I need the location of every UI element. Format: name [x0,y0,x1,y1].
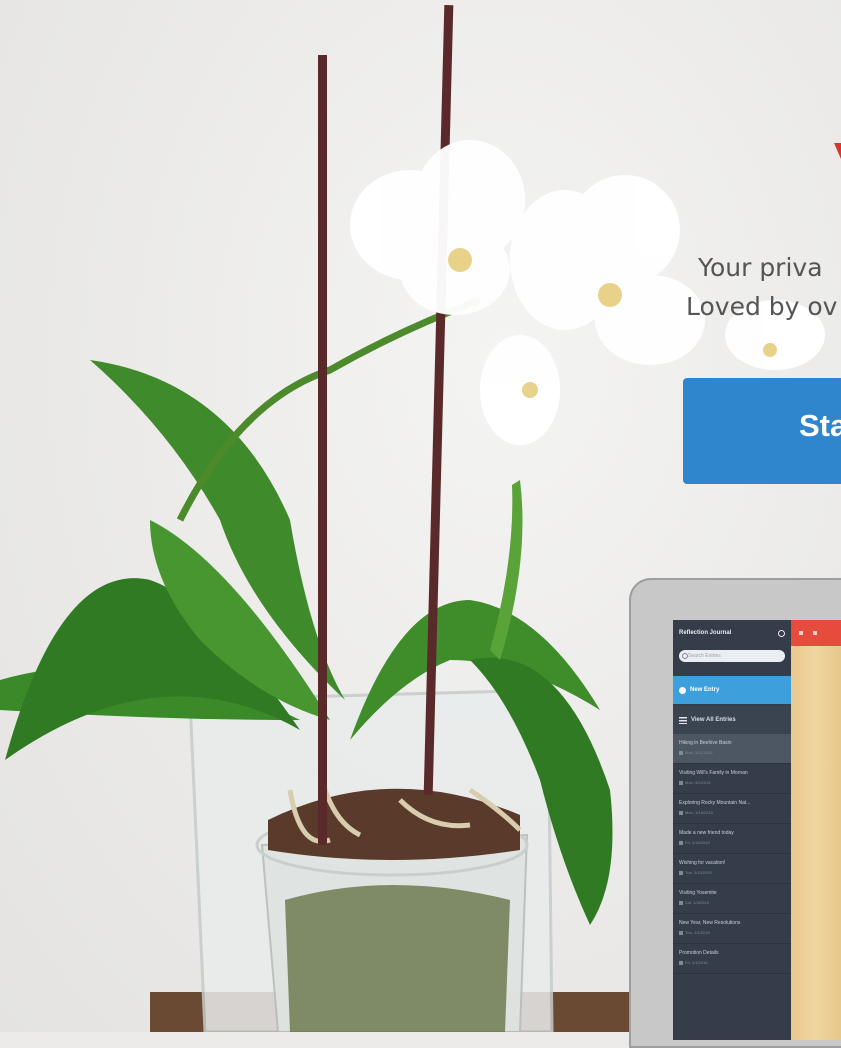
entry-date: Tue, 1/13/2015 [679,870,785,875]
entry-date: Mon, 3/2/2015 [679,780,785,785]
menu-icon [799,631,803,635]
entry-date: Mon, 3/11/2015 [679,750,785,755]
start-cta-button[interactable]: Sta [683,378,841,484]
app-title: Reflection Journal [679,630,732,636]
entry-title: Visiting Will's Family in Mornan [679,770,748,776]
list-item: Promotion Details Fri, 1/1/2015 [673,944,791,974]
entry-date: Sat, 1/3/2015 [679,900,785,905]
entry-title: Wishing for vacation! [679,860,726,866]
entry-title: Made a new friend today [679,830,734,836]
app-journal-page [791,646,841,1040]
tagline-line-1: Your priva [698,253,823,282]
entry-title: Promotion Details [679,950,719,956]
home-icon [813,631,817,635]
app-sidebar-header: Reflection Journal [673,620,791,646]
new-entry-button: New Entry [673,676,791,704]
list-item: Wishing for vacation! Tue, 1/13/2015 [673,854,791,884]
list-item: Visiting Yosemite Sat, 1/3/2015 [673,884,791,914]
entry-date: Fri, 1/16/2015 [679,840,785,845]
list-icon [679,716,687,724]
hero-tagline: Your priva Loved by ov [686,248,837,326]
list-item: Visiting Will's Family in Mornan Mon, 3/… [673,764,791,794]
entry-title: New Year, New Resolutions [679,920,741,926]
plus-icon [679,686,686,694]
view-all-entries-button: View All Entries [673,706,791,734]
entry-date: Thu, 1/1/2015 [679,930,785,935]
app-preview-screen: Reflection Journal Search Entries New En… [673,620,841,1040]
app-toolbar [791,620,841,646]
search-input: Search Entries [679,650,785,662]
entry-date: Mon, 1/19/2015 [679,810,785,815]
gear-icon [778,629,785,637]
list-item: New Year, New Resolutions Thu, 1/1/2015 [673,914,791,944]
entry-date: Fri, 1/1/2015 [679,960,785,965]
list-item: Exploring Rocky Mountain Nat... Mon, 1/1… [673,794,791,824]
entry-title: Hiking in Beehive Basin [679,740,732,746]
app-sidebar: Reflection Journal Search Entries New En… [673,620,791,1040]
list-item: Hiking in Beehive Basin Mon, 3/11/2015 [673,734,791,764]
new-entry-label: New Entry [690,687,720,693]
tagline-line-2: Loved by ov [686,292,838,321]
entry-title: Exploring Rocky Mountain Nat... [679,800,751,806]
entry-title: Visiting Yosemite [679,890,717,896]
view-all-label: View All Entries [691,717,736,723]
list-item: Made a new friend today Fri, 1/16/2015 [673,824,791,854]
